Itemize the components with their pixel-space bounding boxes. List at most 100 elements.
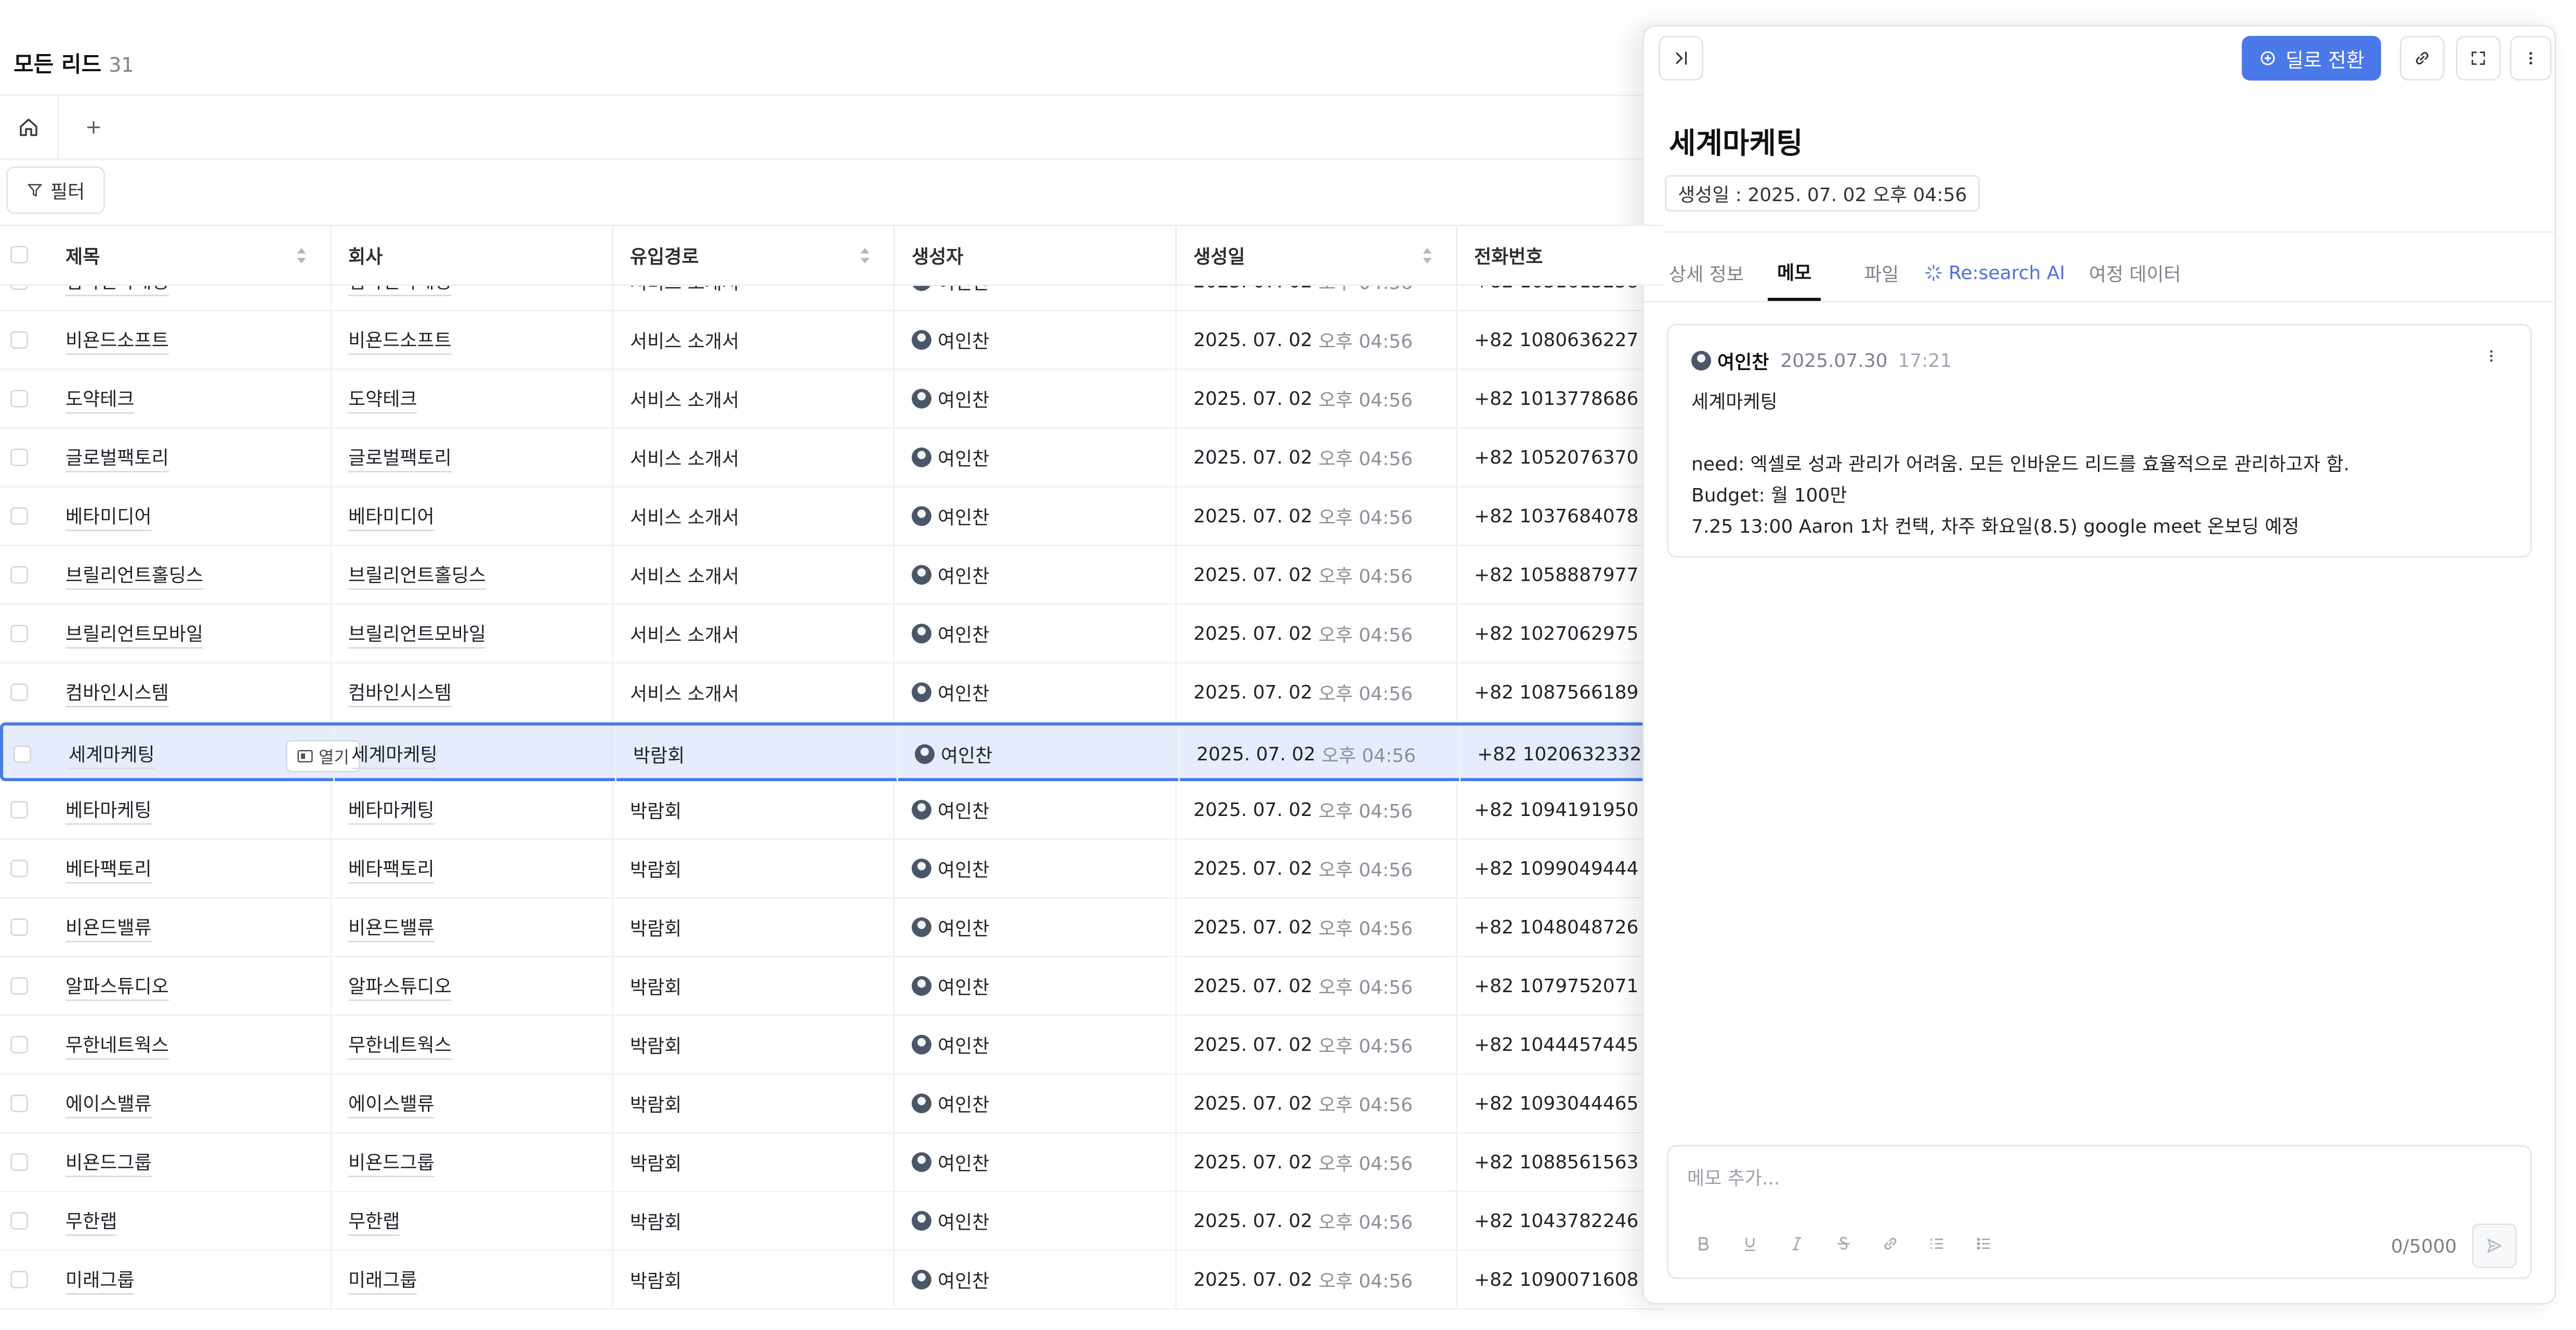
- row-checkbox[interactable]: [10, 1212, 28, 1230]
- row-checkbox[interactable]: [10, 566, 28, 584]
- company-name[interactable]: 베타마케팅: [348, 795, 435, 825]
- column-source[interactable]: 유입경로: [613, 226, 895, 284]
- company-name[interactable]: 도약테크: [348, 384, 417, 414]
- table-row[interactable]: 미래그룹 미래그룹 박람회 여인찬 2025. 07. 02 오후 04:56 …: [0, 1251, 1663, 1310]
- table-row[interactable]: 도약테크 도약테크 서비스 소개서 여인찬 2025. 07. 02 오후 04…: [0, 370, 1663, 429]
- company-name[interactable]: 세계마케팅: [351, 740, 438, 769]
- company-name[interactable]: 알파스튜디오: [348, 971, 452, 1001]
- tab-memo[interactable]: 메모: [1768, 245, 1821, 301]
- lead-title[interactable]: 세계마케팅: [69, 740, 155, 769]
- memo-input[interactable]: 메모 추가...: [1687, 1163, 1780, 1190]
- title-cell[interactable]: 미래그룹: [49, 1251, 332, 1308]
- company-name[interactable]: 비욘드소프트: [348, 325, 452, 355]
- bold-button[interactable]: [1689, 1230, 1717, 1258]
- company-name[interactable]: 글로벌팩토리: [348, 443, 452, 472]
- table-row[interactable]: 브릴리언트홀딩스 브릴리언트홀딩스 서비스 소개서 여인찬 2025. 07. …: [0, 546, 1663, 605]
- title-cell[interactable]: 세계마케팅 열기: [52, 726, 360, 783]
- row-checkbox[interactable]: [14, 745, 31, 763]
- memo-more-button[interactable]: [2483, 348, 2499, 366]
- title-cell[interactable]: 무한랩: [49, 1192, 332, 1249]
- title-cell[interactable]: 컴바인마케팅: [49, 283, 332, 310]
- lead-title[interactable]: 베타마케팅: [65, 795, 152, 825]
- table-row[interactable]: 글로벌팩토리 글로벌팩토리 서비스 소개서 여인찬 2025. 07. 02 오…: [0, 429, 1663, 488]
- row-checkbox[interactable]: [10, 801, 28, 819]
- column-company[interactable]: 회사: [332, 226, 613, 284]
- tab-details[interactable]: 상세 정보: [1669, 245, 1744, 301]
- link-button[interactable]: [1876, 1230, 1904, 1258]
- company-name[interactable]: 비욘드그룹: [348, 1148, 435, 1177]
- title-cell[interactable]: 비욘드그룹: [49, 1134, 332, 1191]
- row-checkbox[interactable]: [10, 977, 28, 995]
- add-view-button[interactable]: [78, 96, 109, 159]
- tab-journey-data[interactable]: 여정 데이터: [2089, 245, 2181, 301]
- strikethrough-button[interactable]: [1830, 1230, 1858, 1258]
- company-name[interactable]: 무한네트웍스: [348, 1030, 452, 1060]
- company-name[interactable]: 미래그룹: [348, 1265, 417, 1295]
- row-checkbox[interactable]: [10, 683, 28, 701]
- tab-research-ai[interactable]: Re:search AI: [1925, 245, 2065, 301]
- lead-title[interactable]: 베타미디어: [65, 502, 152, 531]
- title-cell[interactable]: 도약테크: [49, 370, 332, 427]
- table-row[interactable]: 비욘드밸류 비욘드밸류 박람회 여인찬 2025. 07. 02 오후 04:5…: [0, 899, 1663, 957]
- table-row[interactable]: 무한네트웍스 무한네트웍스 박람회 여인찬 2025. 07. 02 오후 04…: [0, 1016, 1663, 1075]
- row-checkbox[interactable]: [10, 860, 28, 877]
- send-memo-button[interactable]: [2472, 1223, 2517, 1268]
- row-checkbox[interactable]: [10, 390, 28, 407]
- title-cell[interactable]: 브릴리언트홀딩스: [49, 546, 332, 603]
- company-name[interactable]: 컴바인시스템: [348, 678, 452, 707]
- lead-title[interactable]: 알파스튜디오: [65, 971, 169, 1001]
- underline-button[interactable]: [1736, 1230, 1764, 1258]
- table-row[interactable]: 알파스튜디오 알파스튜디오 박람회 여인찬 2025. 07. 02 오후 04…: [0, 957, 1663, 1016]
- italic-button[interactable]: [1783, 1230, 1811, 1258]
- row-checkbox[interactable]: [10, 507, 28, 525]
- lead-title[interactable]: 비욘드소프트: [65, 325, 169, 355]
- company-name[interactable]: 비욘드밸류: [348, 913, 435, 942]
- company-name[interactable]: 베타미디어: [348, 502, 435, 531]
- row-checkbox[interactable]: [10, 1095, 28, 1112]
- company-name[interactable]: 브릴리언트모바일: [348, 619, 486, 649]
- sort-icon[interactable]: [859, 247, 871, 265]
- select-all-checkbox[interactable]: [10, 246, 28, 264]
- title-cell[interactable]: 알파스튜디오: [49, 957, 332, 1015]
- lead-title[interactable]: 무한네트웍스: [65, 1030, 169, 1060]
- title-cell[interactable]: 글로벌팩토리: [49, 429, 332, 486]
- row-checkbox[interactable]: [10, 449, 28, 466]
- table-row[interactable]: 베타마케팅 베타마케팅 박람회 여인찬 2025. 07. 02 오후 04:5…: [0, 781, 1663, 840]
- table-row[interactable]: 베타미디어 베타미디어 서비스 소개서 여인찬 2025. 07. 02 오후 …: [0, 488, 1663, 546]
- home-tab[interactable]: [0, 96, 59, 159]
- column-phone[interactable]: 전화번호: [1457, 226, 1663, 284]
- title-cell[interactable]: 브릴리언트모바일: [49, 605, 332, 662]
- column-creator[interactable]: 생성자: [895, 226, 1177, 284]
- lead-title[interactable]: 에이스밸류: [65, 1089, 152, 1118]
- lead-title[interactable]: 무한랩: [65, 1206, 117, 1236]
- tab-files[interactable]: 파일: [1864, 245, 1899, 301]
- table-row[interactable]: 컴바인마케팅 컴바인마케팅 서비스 소개서 여인찬 2025. 07. 02 오…: [0, 283, 1663, 311]
- column-created[interactable]: 생성일: [1177, 226, 1457, 284]
- column-title[interactable]: 제목: [49, 226, 332, 284]
- convert-to-deal-button[interactable]: 딜로 전환: [2242, 36, 2381, 81]
- title-cell[interactable]: 베타팩토리: [49, 840, 332, 897]
- lead-title[interactable]: 컴바인시스템: [65, 678, 169, 707]
- table-row[interactable]: 무한랩 무한랩 박람회 여인찬 2025. 07. 02 오후 04:56 +8…: [0, 1192, 1663, 1251]
- title-cell[interactable]: 에이스밸류: [49, 1075, 332, 1132]
- table-row[interactable]: 세계마케팅 열기 세계마케팅 박람회 여인찬 2025. 07. 02 오후 0…: [0, 722, 1663, 783]
- table-row[interactable]: 비욘드그룹 비욘드그룹 박람회 여인찬 2025. 07. 02 오후 04:5…: [0, 1134, 1663, 1192]
- more-button[interactable]: [2510, 36, 2552, 81]
- table-row[interactable]: 컴바인시스템 컴바인시스템 서비스 소개서 여인찬 2025. 07. 02 오…: [0, 664, 1663, 722]
- title-cell[interactable]: 비욘드소프트: [49, 311, 332, 368]
- row-checkbox[interactable]: [10, 918, 28, 936]
- bullet-list-button[interactable]: [1970, 1230, 1998, 1258]
- title-cell[interactable]: 무한네트웍스: [49, 1016, 332, 1073]
- row-checkbox[interactable]: [10, 625, 28, 642]
- lead-title[interactable]: 브릴리언트홀딩스: [65, 560, 203, 590]
- table-row[interactable]: 비욘드소프트 비욘드소프트 서비스 소개서 여인찬 2025. 07. 02 오…: [0, 311, 1663, 370]
- lead-title[interactable]: 미래그룹: [65, 1265, 135, 1295]
- table-row[interactable]: 에이스밸류 에이스밸류 박람회 여인찬 2025. 07. 02 오후 04:5…: [0, 1075, 1663, 1134]
- collapse-panel-button[interactable]: [1659, 36, 1703, 81]
- lead-title[interactable]: 비욘드그룹: [65, 1148, 152, 1177]
- row-checkbox[interactable]: [10, 1271, 28, 1288]
- company-name[interactable]: 무한랩: [348, 1206, 400, 1236]
- title-cell[interactable]: 베타미디어: [49, 488, 332, 545]
- table-row[interactable]: 베타팩토리 베타팩토리 박람회 여인찬 2025. 07. 02 오후 04:5…: [0, 840, 1663, 899]
- lead-title[interactable]: 비욘드밸류: [65, 913, 152, 942]
